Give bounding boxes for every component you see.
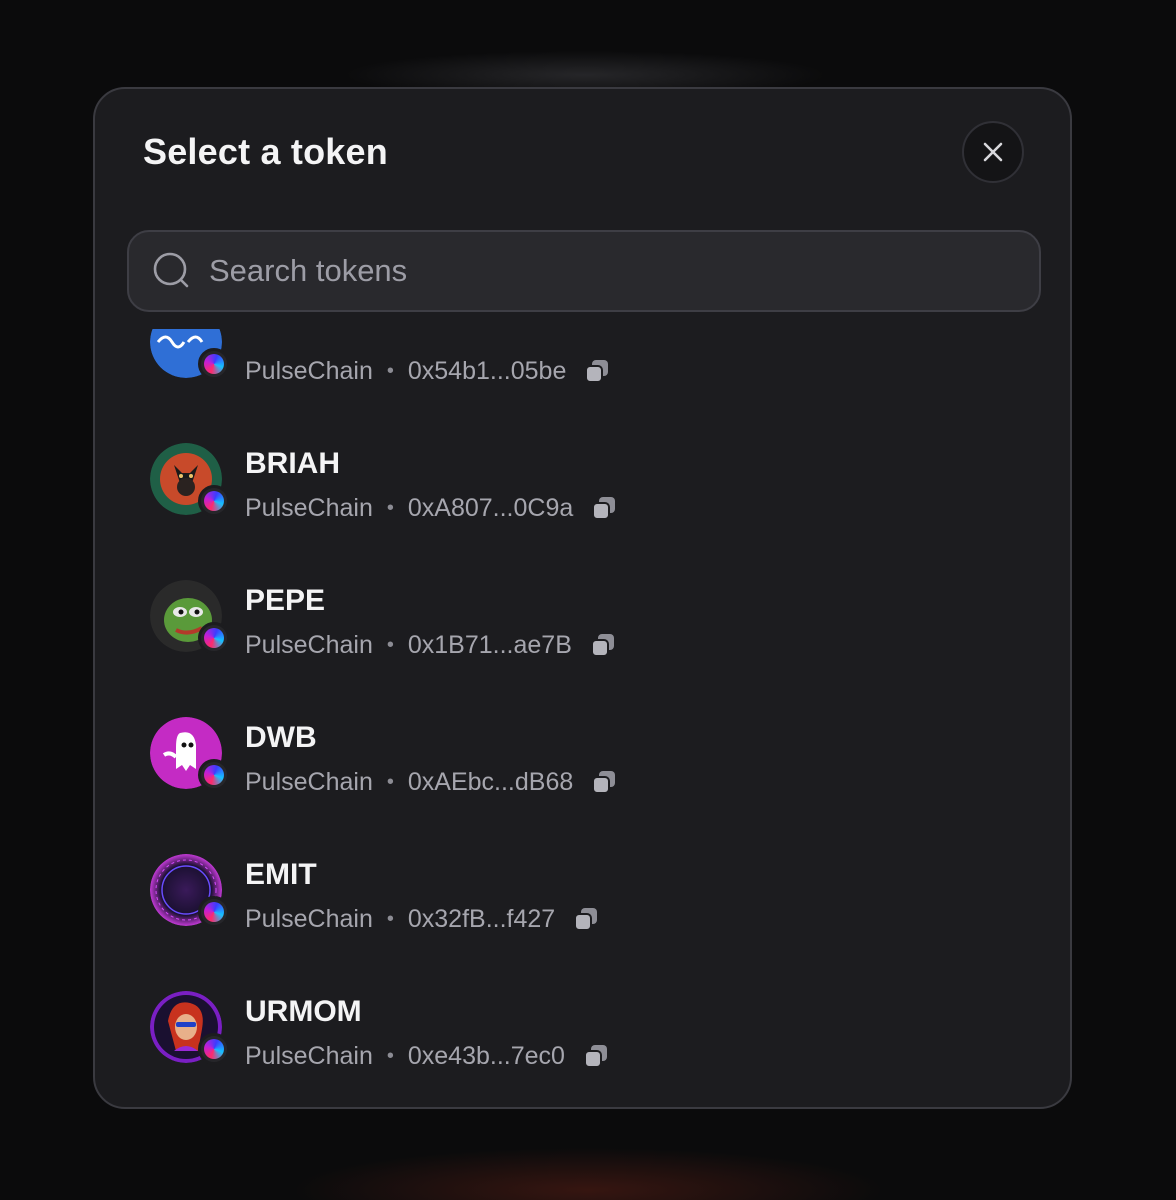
search-icon xyxy=(153,252,191,290)
copy-icon[interactable] xyxy=(591,769,617,795)
copy-icon[interactable] xyxy=(590,632,616,658)
token-meta: PulseChain • 0x54b1...05be xyxy=(245,356,610,386)
token-meta: PulseChain • 0xA807...0C9a xyxy=(245,493,617,523)
token-row[interactable]: BRIAH PulseChain • 0xA807...0C9a xyxy=(150,429,1010,529)
token-address: 0x32fB...f427 xyxy=(407,904,556,933)
token-chain: PulseChain xyxy=(245,904,373,933)
token-symbol: URMOM xyxy=(245,995,362,1028)
token-chain: PulseChain xyxy=(245,767,373,796)
copy-icon[interactable] xyxy=(584,358,610,384)
modal-title: Select a token xyxy=(143,131,388,172)
token-chain: PulseChain xyxy=(245,630,373,659)
separator-dot: • xyxy=(386,359,394,382)
close-icon xyxy=(983,142,1003,162)
token-chain: PulseChain xyxy=(245,493,373,522)
token-select-modal: Select a token PulseChai xyxy=(93,87,1072,1109)
token-address: 0x54b1...05be xyxy=(407,356,567,385)
token-meta: PulseChain • 0xAEbc...dB68 xyxy=(245,767,617,797)
token-address: 0xe43b...7ec0 xyxy=(407,1041,565,1070)
token-meta: PulseChain • 0xe43b...7ec0 xyxy=(245,1041,609,1071)
token-address: 0xAEbc...dB68 xyxy=(407,767,574,796)
close-button[interactable] xyxy=(962,121,1024,183)
token-symbol: PEPE xyxy=(245,584,326,617)
token-row[interactable]: PEPE PulseChain • 0x1B71...ae7B xyxy=(150,566,1010,666)
separator-dot: • xyxy=(386,496,394,519)
separator-dot: • xyxy=(386,907,394,930)
token-row[interactable]: PulseChain • 0x54b1...05be xyxy=(150,329,1010,392)
token-meta: PulseChain • 0x32fB...f427 xyxy=(245,904,599,934)
copy-icon[interactable] xyxy=(573,906,599,932)
search-box[interactable] xyxy=(127,230,1041,312)
search-input[interactable] xyxy=(209,253,1039,289)
token-symbol: EMIT xyxy=(245,858,317,891)
separator-dot: • xyxy=(386,770,394,793)
token-list: PulseChain • 0x54b1...05be BRIAH PulseCh… xyxy=(95,329,1070,1107)
copy-icon[interactable] xyxy=(591,495,617,521)
pulsechain-badge-icon xyxy=(198,896,230,928)
pulsechain-badge-icon xyxy=(198,622,230,654)
copy-icon[interactable] xyxy=(583,1043,609,1069)
pulsechain-badge-icon xyxy=(198,485,230,517)
token-symbol: DWB xyxy=(245,721,317,754)
pulsechain-badge-icon xyxy=(198,348,230,380)
token-address: 0x1B71...ae7B xyxy=(407,630,572,659)
token-meta: PulseChain • 0x1B71...ae7B xyxy=(245,630,616,660)
separator-dot: • xyxy=(386,1044,394,1067)
token-row[interactable]: DWB PulseChain • 0xAEbc...dB68 xyxy=(150,703,1010,803)
token-chain: PulseChain xyxy=(245,356,373,385)
token-symbol: BRIAH xyxy=(245,447,340,480)
pulsechain-badge-icon xyxy=(198,1033,230,1065)
token-chain: PulseChain xyxy=(245,1041,373,1070)
separator-dot: • xyxy=(386,633,394,656)
token-row[interactable]: EMIT PulseChain • 0x32fB...f427 xyxy=(150,840,1010,940)
token-address: 0xA807...0C9a xyxy=(407,493,574,522)
token-row[interactable]: URMOM PulseChain • 0xe43b...7ec0 xyxy=(150,977,1010,1077)
pulsechain-badge-icon xyxy=(198,759,230,791)
